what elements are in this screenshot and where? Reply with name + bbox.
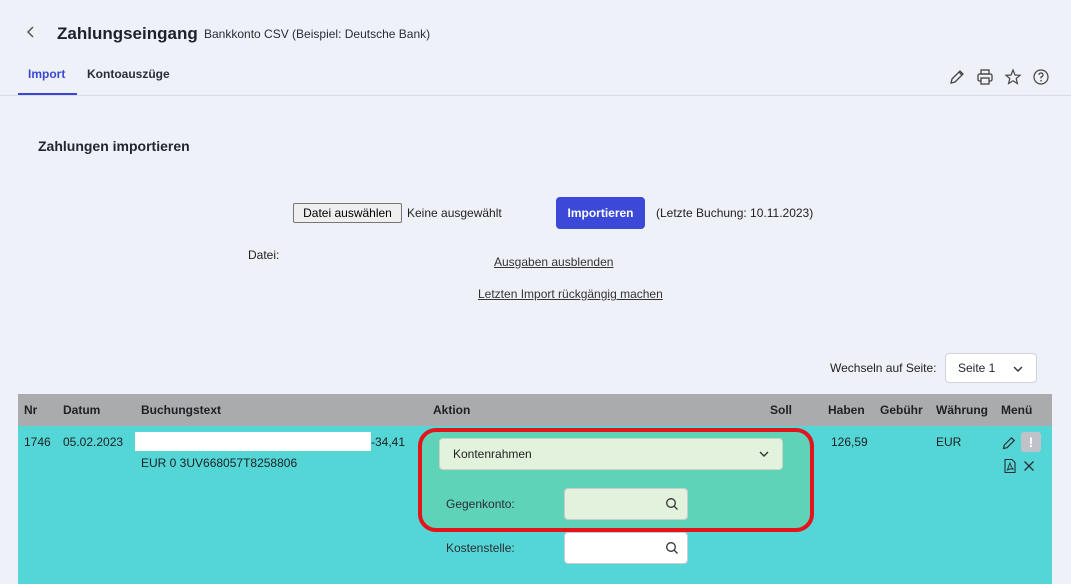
import-button[interactable]: Importieren (556, 197, 645, 229)
column-header-buchungstext[interactable]: Buchungstext (141, 403, 221, 417)
cell-nr: 1746 (24, 435, 51, 449)
column-header-datum[interactable]: Datum (63, 403, 100, 417)
hide-output-link[interactable]: Ausgaben ausblenden (494, 255, 613, 269)
column-header-waehrung[interactable]: Währung (936, 403, 988, 417)
gegenkonto-label: Gegenkonto: (446, 497, 515, 511)
tab-import[interactable]: Import (28, 67, 65, 81)
aktion-select[interactable]: Kontenrahmen (439, 438, 783, 470)
page-select-value: Seite 1 (958, 361, 996, 375)
aktion-select-value: Kontenrahmen (453, 447, 532, 461)
table-header: Nr Datum Buchungstext Aktion Soll Haben … (18, 394, 1052, 426)
star-icon[interactable] (1004, 68, 1022, 86)
print-icon[interactable] (976, 68, 994, 86)
pencil-icon[interactable] (948, 68, 966, 86)
section-title: Zahlungen importieren (38, 138, 190, 154)
column-header-aktion[interactable]: Aktion (433, 403, 470, 417)
cell-waehrung: EUR (936, 435, 962, 449)
last-booking-info: (Letzte Buchung: 10.11.2023) (656, 206, 814, 220)
redacted-booking-text (135, 432, 371, 451)
file-select-button[interactable]: Datei auswählen (293, 203, 402, 223)
page-subtitle: Bankkonto CSV (Beispiel: Deutsche Bank) (204, 27, 431, 41)
close-icon[interactable] (1021, 458, 1037, 474)
column-header-gebuehr[interactable]: Gebühr (880, 403, 923, 417)
file-label: Datei: (248, 248, 280, 262)
chevron-down-icon (759, 451, 769, 457)
column-header-soll[interactable]: Soll (770, 403, 792, 417)
kostenstelle-search-input[interactable] (564, 532, 688, 564)
page-select[interactable]: Seite 1 (945, 353, 1037, 383)
warning-icon[interactable]: ! (1021, 432, 1041, 452)
column-header-haben[interactable]: Haben (828, 403, 865, 417)
pdf-document-icon[interactable] (1002, 458, 1018, 474)
cell-haben: 126,59 (831, 435, 868, 449)
help-icon[interactable] (1032, 68, 1050, 86)
active-tab-indicator (18, 93, 77, 95)
tab-kontoauszuege[interactable]: Kontoauszüge (87, 67, 170, 81)
page-title: Zahlungseingang (57, 24, 198, 43)
cell-datum: 05.02.2023 (63, 435, 124, 449)
undo-import-link[interactable]: Letzten Import rückgängig machen (478, 287, 663, 301)
search-icon (666, 498, 678, 510)
cell-amount-text: -34,41 (371, 435, 406, 449)
search-icon (666, 542, 678, 554)
chevron-left-icon (26, 26, 34, 38)
column-header-menue: Menü (1001, 403, 1033, 417)
page-switch-label: Wechseln auf Seite: (830, 361, 937, 375)
gegenkonto-search-input[interactable] (564, 488, 688, 520)
kostenstelle-label: Kostenstelle: (446, 541, 515, 555)
page-header: Zahlungseingang Bankkonto CSV (Beispiel:… (0, 0, 1071, 96)
column-header-nr[interactable]: Nr (24, 403, 37, 417)
file-status: Keine ausgewählt (407, 206, 502, 220)
chevron-down-icon (1013, 366, 1023, 372)
back-button[interactable] (24, 22, 44, 46)
edit-row-icon[interactable] (1001, 435, 1017, 451)
cell-buchungstext-line2: EUR 0 3UV668057T8258806 (141, 456, 298, 470)
